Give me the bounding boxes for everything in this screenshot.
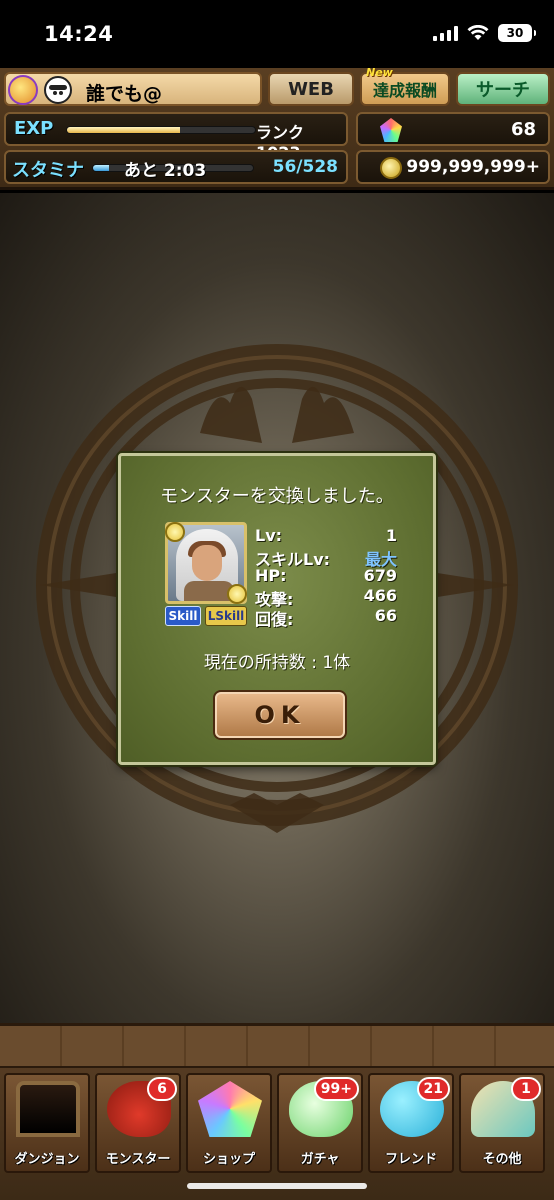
web-button[interactable]: WEB [268,72,354,106]
leader-skill-tag: LSkill [205,606,247,626]
bottom-navigation: ダンジョン 6 モンスター ショップ 99+ ガチャ 21 フレンド 1 その他 [0,1023,554,1200]
nav-other[interactable]: 1 その他 [459,1073,545,1173]
nav-monster[interactable]: 6 モンスター [95,1073,181,1173]
coin-panel: 999,999,999+ [356,150,550,184]
rank-badge-icon [8,75,38,105]
nav-shop[interactable]: ショップ [186,1073,272,1173]
player-name: 誰でも@ [86,83,163,105]
magic-stone-count: 68 [510,119,536,140]
search-button[interactable]: サーチ [456,72,550,106]
coin-icon [380,157,402,179]
coin-count: 999,999,999+ [406,157,540,177]
notification-badge: 99+ [313,1077,359,1101]
stamina-count: 56/528 [272,157,338,177]
stat-skill-level: スキルLv: 最大 [255,550,397,569]
new-badge: New [366,66,393,79]
status-time: 14:24 [44,22,114,46]
stat-level: Lv: 1 [255,526,397,545]
sub-attribute-icon [227,584,247,604]
nav-gacha[interactable]: 99+ ガチャ [277,1073,363,1173]
exp-label: EXP [14,118,54,139]
light-attribute-icon [165,522,185,542]
nav-dungeon[interactable]: ダンジョン [4,1073,90,1173]
status-bar: 14:24 30 [0,0,554,68]
cellular-signal-icon [433,25,458,41]
stat-hp: HP: 679 [255,566,397,585]
dialog-title: モンスターを交換しました。 [160,486,394,507]
battery-icon: 30 [498,24,536,42]
stamina-panel: スタミナ あと 2:03 56/528 [4,150,348,184]
magic-stone-icon [380,118,402,142]
nav-friend[interactable]: 21 フレンド [368,1073,454,1173]
magic-stone-icon [198,1081,262,1137]
status-icons: 30 [433,24,536,42]
achievement-reward-button[interactable]: New 達成報酬 [360,66,450,106]
notification-badge: 1 [511,1077,541,1101]
exp-bar-fill [67,127,180,133]
stamina-label: スタミナ [12,160,84,181]
ok-button[interactable]: OK [215,692,345,738]
stone-wall-decoration [0,1026,554,1068]
exp-bar [66,126,256,134]
pirate-skull-icon [44,76,72,104]
stat-attack: 攻撃: 466 [255,586,397,609]
stamina-bar-fill [93,165,109,171]
magic-stone-panel: 68 [356,112,550,146]
wifi-icon [467,25,489,40]
notification-badge: 21 [416,1077,450,1101]
stat-recovery: 回復: 66 [255,606,397,629]
game-header: 誰でも@ WEB New 達成報酬 サーチ EXP ランク1023 68 スタミ… [0,66,554,190]
home-indicator[interactable] [187,1183,367,1189]
dungeon-gate-icon [16,1081,80,1137]
achievement-reward-label: 達成報酬 [372,81,437,100]
exp-panel: EXP ランク1023 [4,112,348,162]
monster-exchange-dialog: モンスターを交換しました。 Skill LSkill Lv: 1 スキルLv: … [118,453,436,765]
skill-tag: Skill [165,606,201,626]
holding-count: 現在の所持数 : 1体 [203,653,351,673]
notification-badge: 6 [147,1077,177,1101]
player-info[interactable]: 誰でも@ [4,72,262,106]
stamina-timer: あと 2:03 [124,161,207,181]
